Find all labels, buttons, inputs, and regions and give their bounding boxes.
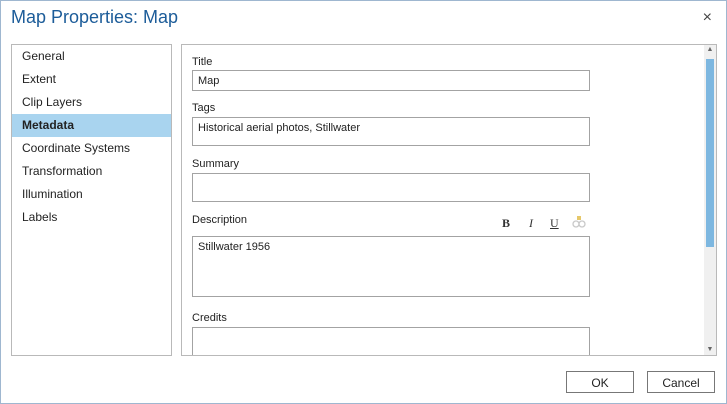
credits-field[interactable]: [192, 327, 590, 355]
nav-item-illumination[interactable]: Illumination: [12, 183, 171, 206]
close-icon[interactable]: ×: [703, 9, 712, 27]
nav-item-transformation[interactable]: Transformation: [12, 160, 171, 183]
nav-item-metadata[interactable]: Metadata: [12, 114, 171, 137]
scroll-thumb[interactable]: [706, 59, 714, 247]
tags-field[interactable]: Historical aerial photos, Stillwater: [192, 117, 590, 146]
description-label: Description: [192, 214, 248, 226]
summary-field[interactable]: [192, 173, 590, 202]
dialog-title: Map Properties: Map: [11, 7, 179, 27]
map-properties-dialog: Map Properties: Map × General Extent Cli…: [0, 0, 727, 404]
bold-button[interactable]: B: [502, 216, 510, 231]
italic-button[interactable]: I: [529, 216, 533, 231]
underline-button[interactable]: U: [550, 216, 559, 231]
cancel-button[interactable]: Cancel: [647, 371, 715, 393]
nav-item-labels[interactable]: Labels: [12, 206, 171, 229]
link-icon-svg: [572, 216, 586, 228]
nav-item-general[interactable]: General: [12, 45, 171, 68]
ok-button[interactable]: OK: [566, 371, 634, 393]
nav-item-extent[interactable]: Extent: [12, 68, 171, 91]
description-field[interactable]: Stillwater 1956: [192, 236, 590, 297]
summary-label: Summary: [192, 158, 240, 170]
nav-item-coordinate-systems[interactable]: Coordinate Systems: [12, 137, 171, 160]
link-icon[interactable]: [571, 215, 587, 232]
credits-label: Credits: [192, 312, 227, 324]
metadata-panel: Title Map Tags Historical aerial photos,…: [181, 44, 717, 356]
title-field[interactable]: Map: [192, 70, 590, 91]
title-label: Title: [192, 56, 213, 68]
tags-label: Tags: [192, 102, 216, 114]
nav-item-clip-layers[interactable]: Clip Layers: [12, 91, 171, 114]
scroll-down-icon[interactable]: ▼: [704, 345, 716, 355]
category-nav: General Extent Clip Layers Metadata Coor…: [11, 44, 172, 356]
vertical-scrollbar[interactable]: ▲ ▼: [704, 45, 716, 355]
scroll-up-icon[interactable]: ▲: [704, 45, 716, 55]
